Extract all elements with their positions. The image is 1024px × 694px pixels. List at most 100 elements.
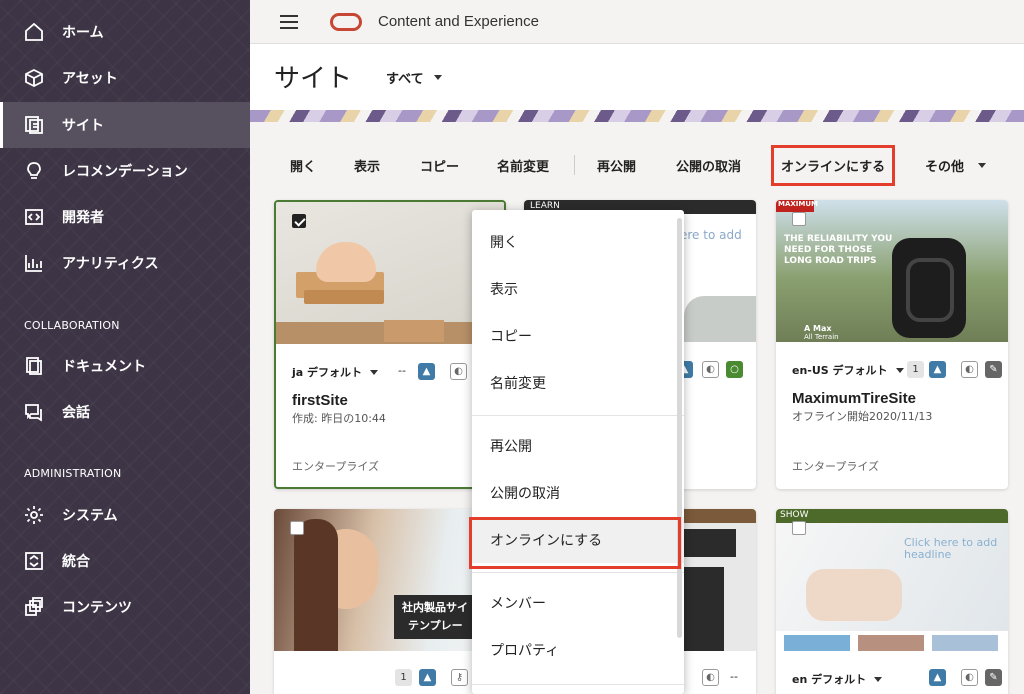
- chevron-down-icon: [433, 75, 442, 80]
- sidebar-item-analytics[interactable]: アナリティクス: [0, 240, 250, 286]
- sidebar-item-conversations[interactable]: 会話: [0, 389, 250, 435]
- site-type: エンタープライズ: [792, 460, 880, 473]
- context-menu: 開く 表示 コピー 名前変更 再公開 公開の取消 オンラインにする メンバー プ…: [472, 210, 684, 694]
- chevron-up-icon[interactable]: ▲: [929, 669, 946, 686]
- menu-item-members[interactable]: メンバー: [472, 580, 684, 626]
- administration-section-label: ADMINISTRATION: [24, 467, 122, 480]
- home-icon: [24, 22, 44, 42]
- dash-value: --: [730, 670, 738, 683]
- dash-value: --: [398, 364, 406, 377]
- sidebar-item-label: サイト: [62, 118, 104, 134]
- more-button[interactable]: その他: [925, 156, 987, 175]
- menu-item-copy[interactable]: コピー: [472, 313, 684, 359]
- site-card-maximumtiresite[interactable]: MAXIMUM THE RELIABILITY YOU NEED FOR THO…: [776, 200, 1008, 489]
- document-icon: [24, 356, 44, 376]
- chevron-up-icon[interactable]: ▲: [929, 361, 946, 378]
- locale-dropdown[interactable]: ja デフォルト: [292, 364, 379, 380]
- sidebar-item-system[interactable]: システム: [0, 492, 250, 538]
- app-title: Content and Experience: [378, 13, 539, 30]
- hamburger-menu-icon[interactable]: [280, 14, 298, 29]
- menu-item-republish[interactable]: 再公開: [472, 423, 684, 469]
- card-checkbox[interactable]: [290, 521, 304, 535]
- sidebar-item-assets[interactable]: アセット: [0, 55, 250, 101]
- chevron-up-icon[interactable]: ▲: [419, 669, 436, 686]
- status-icon: ◐: [702, 669, 719, 686]
- chart-icon: [24, 253, 44, 273]
- chevron-up-icon[interactable]: ▲: [418, 363, 435, 380]
- locale-dropdown[interactable]: en-US デフォルト: [792, 362, 904, 378]
- view-button[interactable]: 表示: [354, 156, 380, 175]
- edit-icon[interactable]: ✎: [985, 669, 1002, 686]
- status-icon: ◐: [450, 363, 467, 380]
- rename-button[interactable]: 名前変更: [497, 156, 549, 175]
- sidebar-item-integrations[interactable]: 統合: [0, 538, 250, 584]
- sidebar-item-content[interactable]: コンテンツ: [0, 584, 250, 630]
- site-created: 作成: 昨日の10:44: [292, 412, 386, 425]
- republish-button[interactable]: 再公開: [597, 156, 636, 175]
- card-checkbox[interactable]: [792, 212, 806, 226]
- menu-item-properties[interactable]: プロパティ: [472, 627, 684, 673]
- open-button[interactable]: 開く: [290, 156, 316, 175]
- more-label: その他: [925, 160, 965, 175]
- sidebar-item-label: コンテンツ: [62, 600, 132, 616]
- content-icon: [24, 597, 44, 617]
- edit-icon[interactable]: ✎: [985, 361, 1002, 378]
- status-icon: ◐: [961, 361, 978, 378]
- card-checkbox[interactable]: [792, 521, 806, 535]
- sidebar-item-label: 統合: [62, 554, 90, 570]
- sidebar-item-home[interactable]: ホーム: [0, 9, 250, 55]
- decorative-banner: [250, 110, 1024, 122]
- oracle-logo: [330, 12, 362, 31]
- menu-divider: [472, 415, 684, 416]
- copy-button[interactable]: コピー: [420, 156, 459, 175]
- sidebar-item-label: ドキュメント: [62, 359, 146, 375]
- status-icon: ◐: [702, 361, 719, 378]
- menu-item-unpublish[interactable]: 公開の取消: [472, 470, 684, 516]
- sidebar-item-label: レコメンデーション: [62, 164, 188, 180]
- lightbulb-icon: [24, 161, 44, 181]
- status-icon: ◐: [961, 669, 978, 686]
- sidebar-item-recommendations[interactable]: レコメンデーション: [0, 148, 250, 194]
- menu-item-rename[interactable]: 名前変更: [472, 360, 684, 406]
- filter-label: すべて: [386, 72, 424, 87]
- thumb-headline: THE RELIABILITY YOU NEED FOR THOSE LONG …: [784, 234, 893, 266]
- site-thumbnail: SHOW Click here to add headline: [776, 509, 1008, 651]
- code-icon: [24, 207, 44, 227]
- collaboration-section-label: COLLABORATION: [24, 319, 120, 332]
- thumb-text: テンプレー: [408, 619, 463, 632]
- menu-scrollbar[interactable]: [677, 218, 682, 638]
- sidebar-item-developer[interactable]: 開発者: [0, 194, 250, 240]
- action-toolbar: 開く 表示 コピー 名前変更 再公開 公開の取消 オンラインにする その他: [250, 122, 1024, 200]
- thumb-caption: A Max: [804, 324, 832, 333]
- sidebar-item-sites[interactable]: サイト: [0, 102, 250, 148]
- locale-label: ja デフォルト: [292, 366, 363, 379]
- site-name[interactable]: MaximumTireSite: [792, 390, 916, 407]
- menu-item-view[interactable]: 表示: [472, 266, 684, 312]
- sidebar-item-label: システム: [62, 508, 118, 524]
- version-count: 1: [907, 361, 924, 378]
- sidebar-item-documents[interactable]: ドキュメント: [0, 343, 250, 389]
- conversation-icon: [24, 402, 44, 422]
- bring-online-highlight: [771, 145, 895, 186]
- thumb-text: 社内製品サイ: [402, 601, 468, 614]
- site-card-show[interactable]: SHOW Click here to add headline en デフォルト…: [776, 509, 1008, 694]
- menu-item-open[interactable]: 開く: [472, 219, 684, 265]
- cube-icon: [24, 68, 44, 88]
- site-name[interactable]: firstSite: [292, 392, 348, 409]
- filter-dropdown[interactable]: すべて: [386, 68, 442, 87]
- sidebar-item-label: 開発者: [62, 210, 104, 226]
- card-checkbox[interactable]: [292, 214, 306, 228]
- thumb-brand: SHOW: [780, 510, 809, 520]
- bring-online-menu-highlight: [469, 517, 681, 569]
- locale-dropdown[interactable]: en デフォルト: [792, 671, 883, 687]
- site-thumbnail: [276, 202, 504, 344]
- locale-label: en デフォルト: [792, 673, 867, 686]
- unpublish-button[interactable]: 公開の取消: [676, 156, 741, 175]
- integration-icon: [24, 551, 44, 571]
- sidebar-item-label: アナリティクス: [62, 256, 159, 272]
- version-count: 1: [395, 669, 412, 686]
- online-status-icon: ○: [726, 361, 743, 378]
- sidebar-item-label: 会話: [62, 405, 90, 421]
- sidebar-item-label: アセット: [62, 71, 118, 87]
- chevron-down-icon: [370, 369, 379, 375]
